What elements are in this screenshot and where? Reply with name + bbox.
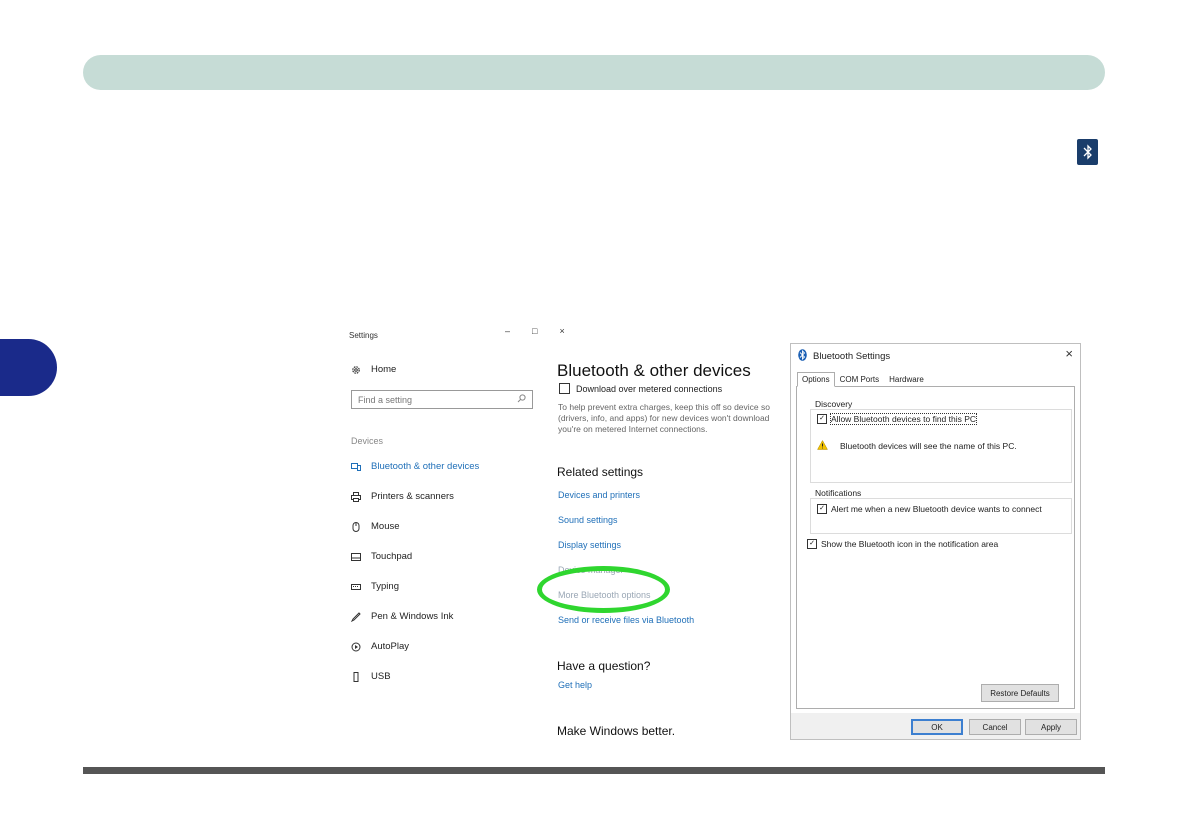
sidebar-item-label: Printers & scanners <box>371 491 454 502</box>
settings-window-title: Settings <box>349 331 378 340</box>
nav-home[interactable]: Home <box>351 364 396 375</box>
link-get-help[interactable]: Get help <box>558 680 592 690</box>
related-settings-heading: Related settings <box>557 465 644 479</box>
sidebar-item-label: Touchpad <box>371 551 413 562</box>
dialog-button-area: OK Cancel Apply <box>791 713 1080 739</box>
usb-icon <box>351 671 361 682</box>
page-title: Bluetooth & other devices <box>557 361 751 380</box>
alert-new-checkbox[interactable]: ✓ <box>817 504 827 514</box>
show-icon-checkbox[interactable]: ✓ <box>807 539 817 549</box>
sidebar-item-typing[interactable]: Typing <box>351 581 399 592</box>
metered-checkbox-label: Download over metered connections <box>576 383 723 394</box>
bluetooth-icon <box>798 349 807 364</box>
warning-text: Bluetooth devices will see the name of t… <box>840 441 1017 451</box>
metered-desc-line: (drivers, info, and apps) for new device… <box>558 413 770 423</box>
sidebar-item-label: Pen & Windows Ink <box>371 611 454 622</box>
autoplay-icon <box>351 642 361 652</box>
dialog-tabs: Options COM Ports Hardware <box>797 372 929 387</box>
search-placeholder: Find a setting <box>358 394 413 405</box>
restore-defaults-button[interactable]: Restore Defaults <box>981 684 1059 702</box>
bluetooth-devices-icon <box>351 462 361 472</box>
minimize-icon[interactable]: – <box>505 326 532 336</box>
sidebar-item-bluetooth[interactable]: Bluetooth & other devices <box>351 461 479 472</box>
allow-find-row[interactable]: ✓ Allow Bluetooth devices to find this P… <box>817 413 978 425</box>
link-devices-printers[interactable]: Devices and printers <box>558 490 640 500</box>
metered-desc-line: To help prevent extra charges, keep this… <box>558 402 770 412</box>
link-sound-settings[interactable]: Sound settings <box>558 515 618 525</box>
link-display-settings[interactable]: Display settings <box>558 540 621 550</box>
sidebar-item-label: AutoPlay <box>371 641 410 652</box>
allow-find-label: Allow Bluetooth devices to find this PC <box>829 413 978 425</box>
notifications-label: Notifications <box>813 488 864 498</box>
warning-icon <box>817 439 828 452</box>
ok-button[interactable]: OK <box>911 719 963 735</box>
sidebar-item-autoplay[interactable]: AutoPlay <box>351 641 409 652</box>
search-input[interactable]: Find a setting <box>351 390 533 409</box>
touchpad-icon <box>351 552 361 562</box>
make-windows-better-heading: Make Windows better. <box>557 724 676 738</box>
sidebar-item-printers[interactable]: Printers & scanners <box>351 491 454 502</box>
bluetooth-tray-icon <box>1077 139 1098 165</box>
sidebar-item-label: Bluetooth & other devices <box>371 461 480 472</box>
tab-options[interactable]: Options <box>797 372 835 387</box>
sidebar-item-label: Typing <box>371 581 399 592</box>
footer-rule <box>83 767 1105 774</box>
alert-new-row[interactable]: ✓ Alert me when a new Bluetooth device w… <box>817 504 1042 514</box>
chapter-side-tab <box>0 339 57 396</box>
printer-icon <box>351 491 361 502</box>
metered-checkbox[interactable] <box>559 383 570 394</box>
tab-com-ports[interactable]: COM Ports <box>835 372 885 387</box>
sidebar-item-touchpad[interactable]: Touchpad <box>351 551 412 562</box>
gear-icon <box>351 365 361 375</box>
cancel-button[interactable]: Cancel <box>969 719 1021 735</box>
metered-checkbox-row[interactable]: Download over metered connections <box>559 383 722 394</box>
allow-find-checkbox[interactable]: ✓ <box>817 414 827 424</box>
page-header-bar <box>83 55 1105 90</box>
discovery-label: Discovery <box>813 399 855 409</box>
mouse-icon <box>351 521 361 532</box>
link-send-receive-files[interactable]: Send or receive files via Bluetooth <box>558 615 694 625</box>
maximize-icon[interactable]: □ <box>532 326 559 336</box>
show-icon-row[interactable]: ✓ Show the Bluetooth icon in the notific… <box>807 539 998 549</box>
close-icon[interactable]: × <box>559 326 586 336</box>
options-tab-panel: Discovery ✓ Allow Bluetooth devices to f… <box>796 386 1075 709</box>
sidebar-item-pen[interactable]: Pen & Windows Ink <box>351 611 453 622</box>
dialog-title: Bluetooth Settings <box>813 351 891 362</box>
nav-home-label: Home <box>371 364 397 375</box>
sidebar-item-label: USB <box>371 671 391 682</box>
alert-new-label: Alert me when a new Bluetooth device wan… <box>831 504 1042 514</box>
settings-window: Settings Home Find a setting Devices Blu… <box>342 328 790 742</box>
keyboard-icon <box>351 582 361 592</box>
warning-row: Bluetooth devices will see the name of t… <box>817 439 1017 452</box>
bluetooth-settings-dialog: Bluetooth Settings × Options COM Ports H… <box>790 343 1081 740</box>
devices-section-label: Devices <box>351 436 384 446</box>
show-icon-label: Show the Bluetooth icon in the notificat… <box>821 539 999 549</box>
window-controls: –□× <box>505 326 587 336</box>
apply-button[interactable]: Apply <box>1025 719 1077 735</box>
dialog-close-icon[interactable]: × <box>1065 346 1073 361</box>
highlight-circle <box>537 566 670 613</box>
tab-hardware[interactable]: Hardware <box>884 372 929 387</box>
search-icon <box>517 394 526 405</box>
sidebar-item-mouse[interactable]: Mouse <box>351 521 400 532</box>
metered-desc-line: you're on metered Internet connections. <box>558 424 708 434</box>
question-heading: Have a question? <box>557 659 651 673</box>
dialog-title-bar: Bluetooth Settings <box>798 349 890 364</box>
metered-description: To help prevent extra charges, keep this… <box>558 402 790 435</box>
sidebar-item-label: Mouse <box>371 521 400 532</box>
sidebar-item-usb[interactable]: USB <box>351 671 391 682</box>
pen-icon <box>351 611 361 622</box>
